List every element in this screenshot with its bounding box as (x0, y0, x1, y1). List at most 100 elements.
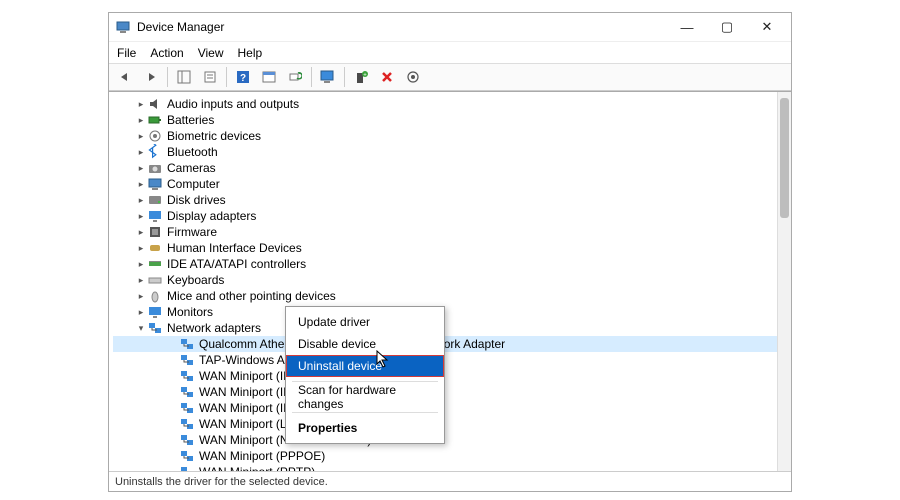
tree-item-label: Biometric devices (167, 128, 261, 144)
tree-category[interactable]: ▸ Disk drives (113, 192, 777, 208)
chevron-right-icon[interactable]: ▸ (135, 272, 147, 288)
close-button[interactable]: ✕ (747, 19, 787, 35)
tree-item-label: IDE ATA/ATAPI controllers (167, 256, 306, 272)
tree-item-label: Monitors (167, 304, 213, 320)
add-device-button[interactable]: + (349, 66, 373, 88)
menu-view[interactable]: View (198, 46, 224, 60)
chevron-right-icon[interactable]: ▸ (135, 96, 147, 112)
context-menu-item[interactable]: Uninstall device (286, 355, 444, 377)
context-menu-item[interactable]: Disable device (286, 333, 444, 355)
tree-device[interactable]: WAN Miniport (IPv6) (113, 400, 777, 416)
chevron-right-icon[interactable]: ▸ (135, 144, 147, 160)
camera-icon (147, 160, 163, 176)
tree-device[interactable]: WAN Miniport (Network Monitor) (113, 432, 777, 448)
tree-category[interactable]: ▸Firmware (113, 224, 777, 240)
context-menu: Update driverDisable deviceUninstall dev… (285, 306, 445, 444)
battery-icon (147, 112, 163, 128)
tree-device[interactable]: WAN Miniport (PPTP) (113, 464, 777, 471)
firmware-icon (147, 224, 163, 240)
uninstall-button[interactable] (375, 66, 399, 88)
properties-button[interactable] (198, 66, 222, 88)
chevron-right-icon[interactable]: ▸ (135, 208, 147, 224)
tree-category[interactable]: ▸Batteries (113, 112, 777, 128)
tree-item-label: Network adapters (167, 320, 261, 336)
chevron-right-icon[interactable]: ▸ (135, 128, 147, 144)
tree-category[interactable]: ▸ Display adapters (113, 208, 777, 224)
chevron-right-icon[interactable]: ▸ (135, 288, 147, 304)
menubar: File Action View Help (109, 41, 791, 63)
tree-item-label: Cameras (167, 160, 216, 176)
netchild-icon (179, 368, 195, 384)
tree-item-label: Display adapters (167, 208, 256, 224)
context-menu-item[interactable]: Update driver (286, 311, 444, 333)
minimize-button[interactable]: — (667, 20, 707, 35)
menu-help[interactable]: Help (238, 46, 263, 60)
forward-button[interactable] (139, 66, 163, 88)
netchild-icon (179, 384, 195, 400)
chevron-down-icon[interactable]: ▾ (135, 320, 147, 336)
toolbar: ? + (109, 63, 791, 91)
tree-device[interactable]: WAN Miniport (L2TP) (113, 416, 777, 432)
toolbar-separator (226, 67, 227, 87)
toolbar-separator (344, 67, 345, 87)
tree-device[interactable]: WAN Miniport (IP) (113, 384, 777, 400)
tree-category[interactable]: ▸ Keyboards (113, 272, 777, 288)
chevron-right-icon[interactable]: ▸ (135, 256, 147, 272)
tree-item-label: Keyboards (167, 272, 224, 288)
svg-text:?: ? (240, 73, 246, 84)
menu-action[interactable]: Action (150, 46, 183, 60)
netchild-icon (179, 352, 195, 368)
tree-category[interactable]: ▸ Monitors (113, 304, 777, 320)
tree-device[interactable]: WAN Miniport (PPPOE) (113, 448, 777, 464)
action-button[interactable] (257, 66, 281, 88)
menu-file[interactable]: File (117, 46, 136, 60)
chevron-right-icon[interactable]: ▸ (135, 240, 147, 256)
show-hide-tree-button[interactable] (172, 66, 196, 88)
chevron-right-icon[interactable]: ▸ (135, 224, 147, 240)
context-menu-item[interactable]: Properties (286, 417, 444, 439)
chevron-right-icon[interactable]: ▸ (135, 304, 147, 320)
chevron-right-icon[interactable]: ▸ (135, 192, 147, 208)
scan-hardware-button[interactable] (283, 66, 307, 88)
monitor-button[interactable] (316, 66, 340, 88)
tree-category[interactable]: ▸ Cameras (113, 160, 777, 176)
tree-device[interactable]: Qualcomm Atheros QCA61x4A Wireless Netwo… (113, 336, 777, 352)
scrollbar[interactable] (777, 92, 791, 471)
chevron-right-icon[interactable]: ▸ (135, 176, 147, 192)
tree-item-label: Human Interface Devices (167, 240, 302, 256)
tree-category[interactable]: ▾ Network adapters (113, 320, 777, 336)
tree-item-label: WAN Miniport (PPTP) (199, 464, 315, 471)
tree-category[interactable]: ▸Bluetooth (113, 144, 777, 160)
netchild-icon (179, 432, 195, 448)
status-text: Uninstalls the driver for the selected d… (115, 476, 328, 488)
audio-icon (147, 96, 163, 112)
disable-button[interactable] (401, 66, 425, 88)
content-area: ▸Audio inputs and outputs▸Batteries▸Biom… (109, 91, 791, 471)
tree-category[interactable]: ▸ Human Interface Devices (113, 240, 777, 256)
tree-category[interactable]: ▸Computer (113, 176, 777, 192)
netchild-icon (179, 464, 195, 471)
context-menu-item[interactable]: Scan for hardware changes (286, 386, 444, 408)
chevron-right-icon[interactable]: ▸ (135, 160, 147, 176)
netchild-icon (179, 416, 195, 432)
scrollbar-thumb[interactable] (780, 98, 789, 218)
biometric-icon (147, 128, 163, 144)
window-title: Device Manager (137, 20, 667, 34)
tree-category[interactable]: ▸ Biometric devices (113, 128, 777, 144)
tree-item-label: Mice and other pointing devices (167, 288, 336, 304)
tree-device[interactable]: WAN Miniport (IKEv2) (113, 368, 777, 384)
tree-category[interactable]: ▸ Mice and other pointing devices (113, 288, 777, 304)
bluetooth-icon (147, 144, 163, 160)
chevron-right-icon[interactable]: ▸ (135, 112, 147, 128)
toolbar-separator (167, 67, 168, 87)
display-icon (147, 208, 163, 224)
toolbar-separator (311, 67, 312, 87)
tree-device[interactable]: TAP-Windows Adapter V9 for OpenVPN (113, 352, 777, 368)
keyboard-icon (147, 272, 163, 288)
back-button[interactable] (113, 66, 137, 88)
tree-item-label: Disk drives (167, 192, 226, 208)
tree-category[interactable]: ▸Audio inputs and outputs (113, 96, 777, 112)
maximize-button[interactable]: ▢ (707, 19, 747, 35)
help-button[interactable]: ? (231, 66, 255, 88)
tree-category[interactable]: ▸ IDE ATA/ATAPI controllers (113, 256, 777, 272)
